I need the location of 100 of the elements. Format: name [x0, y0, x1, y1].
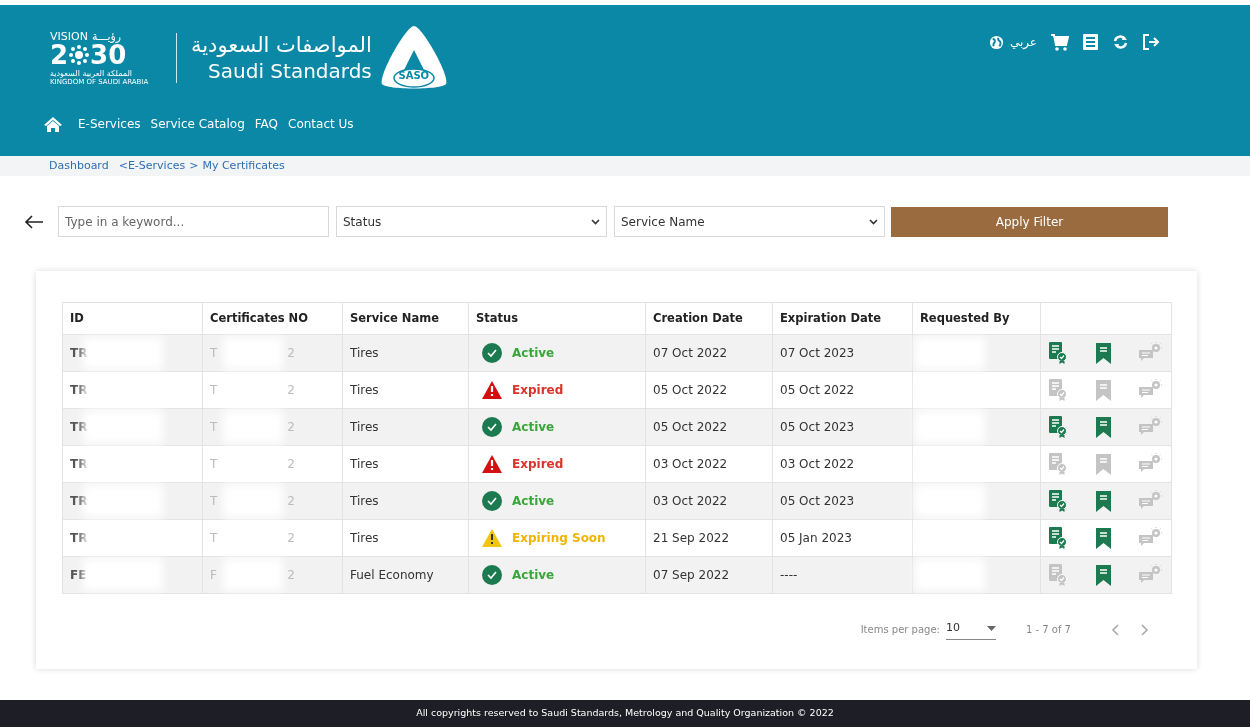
expiration-date-cell: 07 Oct 2023: [780, 346, 855, 360]
nav-link[interactable]: FAQ: [254, 115, 278, 133]
id-cell: TR: [70, 420, 88, 434]
id-cell: TR: [70, 457, 88, 471]
column-header: Expiration Date: [772, 302, 913, 335]
warning-icon: [482, 381, 502, 399]
check-circle-icon: [482, 417, 502, 437]
column-header: Creation Date: [645, 302, 773, 335]
next-page-icon[interactable]: [1141, 623, 1149, 636]
cart-icon[interactable]: [1051, 33, 1069, 51]
items-per-page-label: Items per page:: [860, 623, 940, 638]
id-cell: TR: [70, 531, 88, 545]
status-label: Expiring Soon: [512, 530, 606, 547]
vision-arabic-text: رؤيـــة: [91, 30, 122, 42]
creation-date-cell: 05 Oct 2022: [653, 420, 728, 434]
status-label: Active: [512, 567, 555, 584]
bookmark-icon[interactable]: [1095, 416, 1111, 438]
expiration-date-cell: 05 Jan 2023: [780, 531, 852, 545]
service-name-cell: Tires: [350, 383, 379, 397]
certificate-icon[interactable]: [1049, 342, 1067, 364]
back-arrow-icon[interactable]: [24, 214, 44, 229]
column-header: Requested By: [912, 302, 1041, 335]
previous-page-icon[interactable]: [1111, 623, 1119, 636]
service-name-cell: Tires: [350, 420, 379, 434]
creation-date-cell: 03 Oct 2022: [653, 494, 728, 508]
expiration-date-cell: 05 Oct 2023: [780, 420, 855, 434]
expiration-date-cell: 03 Oct 2022: [780, 457, 855, 471]
certificate-icon[interactable]: [1049, 490, 1067, 512]
year-text: 30: [90, 41, 127, 68]
bookmark-icon[interactable]: [1095, 527, 1111, 549]
creation-date-cell: 05 Oct 2022: [653, 383, 728, 397]
service-name-cell: Fuel Economy: [350, 568, 434, 582]
column-header: Status: [468, 302, 646, 335]
check-circle-icon: [482, 565, 502, 585]
status-label: Active: [512, 345, 555, 362]
keyword-input[interactable]: Type in a keyword...: [58, 206, 329, 237]
globe-icon[interactable]: [988, 34, 1004, 50]
certificate-number-cell-text: T: [210, 530, 218, 547]
status-label: Active: [512, 493, 555, 510]
page-size-dropdown[interactable]: 10: [945, 620, 996, 640]
nav-link[interactable]: Contact Us: [288, 115, 354, 133]
creation-date-cell: 21 Sep 2022: [653, 531, 730, 545]
country-arabic-text: المملكة العربية السعودية: [50, 69, 134, 78]
copyright-text: All copyrights reserved to Saudi Standards, Metrology and Quality Organization © 2022: [416, 706, 834, 721]
vision-text: VISION: [50, 30, 88, 42]
expiration-date-cell: 05 Oct 2023: [780, 494, 855, 508]
breadcrumb-current: My Certificates: [202, 157, 285, 174]
caret-icon: [986, 625, 996, 631]
id-cell: FE: [70, 568, 87, 582]
breadcrumb-link[interactable]: <E-Services: [118, 157, 186, 175]
column-header: Service Name: [342, 302, 469, 335]
column-header: ID: [62, 302, 203, 335]
certificate-number-cell-text: T: [210, 456, 218, 473]
warning-icon: [482, 529, 502, 547]
certificate-number-cell-text: 2: [287, 382, 295, 399]
service-name-cell: Tires: [350, 494, 379, 508]
nav-link[interactable]: Service Catalog: [150, 115, 245, 133]
refresh-icon[interactable]: [1112, 34, 1129, 50]
service-name-cell: Tires: [350, 531, 379, 545]
creation-date-cell: 03 Oct 2022: [653, 457, 728, 471]
certificate-icon[interactable]: [1049, 416, 1067, 438]
bookmark-icon[interactable]: [1095, 342, 1111, 364]
creation-date-cell: 07 Oct 2022: [653, 346, 728, 360]
nav-link[interactable]: E-Services: [78, 115, 141, 133]
id-cell: TR: [70, 494, 88, 508]
chevron-icon: [591, 218, 600, 225]
chevron-icon: [869, 218, 878, 225]
home-icon[interactable]: [44, 116, 62, 132]
service-dropdown[interactable]: Service Name: [614, 206, 885, 237]
certificate-number-cell-text: T: [210, 382, 218, 399]
service-name-cell: Tires: [350, 346, 379, 360]
status-label: Active: [512, 419, 555, 436]
emblem-icon: [68, 43, 91, 66]
status-dropdown[interactable]: Status: [336, 206, 607, 237]
brand-text: Saudi Standards: [208, 58, 372, 84]
breadcrumb-link[interactable]: Dashboard: [49, 157, 109, 175]
document-icon[interactable]: [1083, 34, 1098, 50]
certificate-number-cell-text: 2: [287, 530, 295, 547]
id-cell: TR: [70, 383, 88, 397]
bookmark-icon[interactable]: [1095, 564, 1111, 586]
logout-icon[interactable]: [1143, 34, 1160, 50]
page-range-text: 1 - 7 of 7: [1025, 623, 1071, 638]
service-name-cell: Tires: [350, 457, 379, 471]
warning-icon: [482, 455, 502, 473]
status-label: Expired: [512, 382, 564, 399]
check-circle-icon: [482, 491, 502, 511]
column-header: Certificates NO: [202, 302, 343, 335]
expiration-date-cell: ----: [780, 568, 798, 582]
bookmark-icon[interactable]: [1095, 490, 1111, 512]
creation-date-cell: 07 Sep 2022: [653, 568, 730, 582]
status-label: Expired: [512, 456, 564, 473]
logo-badge-text: SASO: [397, 71, 430, 81]
id-cell: TR: [70, 346, 88, 360]
year-text: 2: [50, 41, 69, 68]
expiration-date-cell: 05 Oct 2022: [780, 383, 855, 397]
apply-filter-button[interactable]: Apply Filter: [891, 206, 1168, 237]
check-circle-icon: [482, 343, 502, 363]
certificate-icon[interactable]: [1049, 527, 1067, 549]
language-link[interactable]: عربي: [1009, 33, 1037, 51]
breadcrumb-separator: >: [189, 157, 199, 174]
